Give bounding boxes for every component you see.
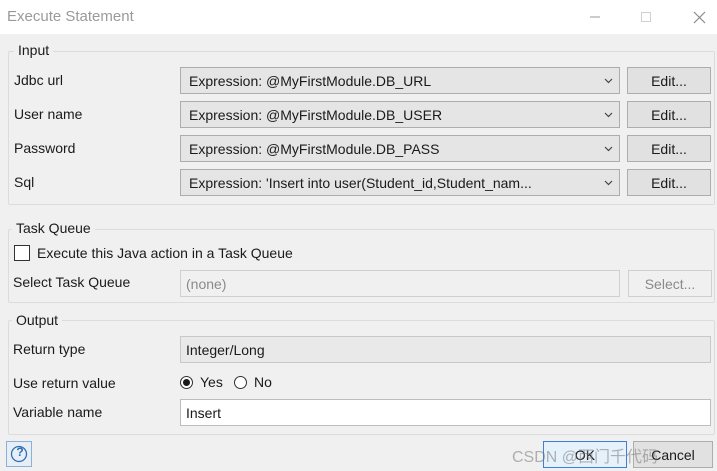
sql-edit-button[interactable]: Edit... — [627, 169, 711, 196]
jdbc-url-combo[interactable]: Expression: @MyFirstModule.DB_URL — [180, 67, 620, 94]
maximize-icon — [641, 12, 651, 22]
password-value: Expression: @MyFirstModule.DB_PASS — [189, 140, 440, 157]
return-type-label: Return type — [13, 341, 86, 357]
help-button[interactable]: ? — [6, 441, 32, 467]
task-queue-checkbox[interactable] — [14, 245, 30, 261]
sql-value: Expression: 'Insert into user(Student_id… — [189, 174, 532, 191]
variable-name-label: Variable name — [13, 404, 103, 420]
use-return-value-label: Use return value — [13, 375, 116, 391]
jdbc-url-edit-button[interactable]: Edit... — [627, 67, 711, 94]
task-queue-field[interactable]: (none) — [180, 270, 620, 297]
task-queue-checkbox-label: Execute this Java action in a Task Queue — [37, 245, 293, 261]
user-name-value: Expression: @MyFirstModule.DB_USER — [189, 106, 443, 123]
help-glyph: ? — [16, 445, 24, 459]
title-bar[interactable]: Execute Statement — [0, 0, 717, 34]
minimize-icon — [590, 16, 600, 18]
select-task-queue-label: Select Task Queue — [13, 274, 131, 290]
chevron-down-icon — [597, 102, 619, 127]
password-combo[interactable]: Expression: @MyFirstModule.DB_PASS — [180, 135, 620, 162]
output-group-title: Output — [12, 312, 63, 328]
input-group-title: Input — [14, 42, 54, 58]
chevron-down-icon — [597, 68, 619, 93]
user-name-combo[interactable]: Expression: @MyFirstModule.DB_USER — [180, 101, 620, 128]
chevron-down-icon — [597, 170, 619, 195]
watermark: CSDN @西门千代码 — [512, 449, 659, 466]
radio-selected-dot — [183, 379, 190, 386]
window-title: Execute Statement — [7, 8, 134, 25]
close-icon — [693, 11, 705, 23]
radio-yes[interactable] — [180, 376, 193, 389]
task-queue-group-title: Task Queue — [12, 220, 95, 236]
user-name-label: User name — [14, 106, 83, 122]
jdbc-url-value: Expression: @MyFirstModule.DB_URL — [189, 72, 432, 89]
radio-yes-label[interactable]: Yes — [200, 374, 223, 390]
user-name-edit-button[interactable]: Edit... — [627, 101, 711, 128]
radio-no[interactable] — [234, 376, 247, 389]
jdbc-url-label: Jdbc url — [14, 72, 64, 88]
minimize-button[interactable] — [572, 0, 618, 34]
close-button[interactable] — [676, 0, 717, 34]
password-label: Password — [14, 140, 76, 156]
sql-label: Sql — [14, 174, 35, 190]
return-type-field: Integer/Long — [180, 336, 711, 363]
chevron-down-icon — [597, 136, 619, 161]
select-task-queue-button[interactable]: Select... — [628, 270, 712, 297]
sql-combo[interactable]: Expression: 'Insert into user(Student_id… — [180, 169, 620, 196]
radio-no-label[interactable]: No — [254, 374, 272, 390]
variable-name-input[interactable]: Insert — [180, 399, 711, 426]
maximize-button[interactable] — [623, 0, 669, 34]
password-edit-button[interactable]: Edit... — [627, 135, 711, 162]
